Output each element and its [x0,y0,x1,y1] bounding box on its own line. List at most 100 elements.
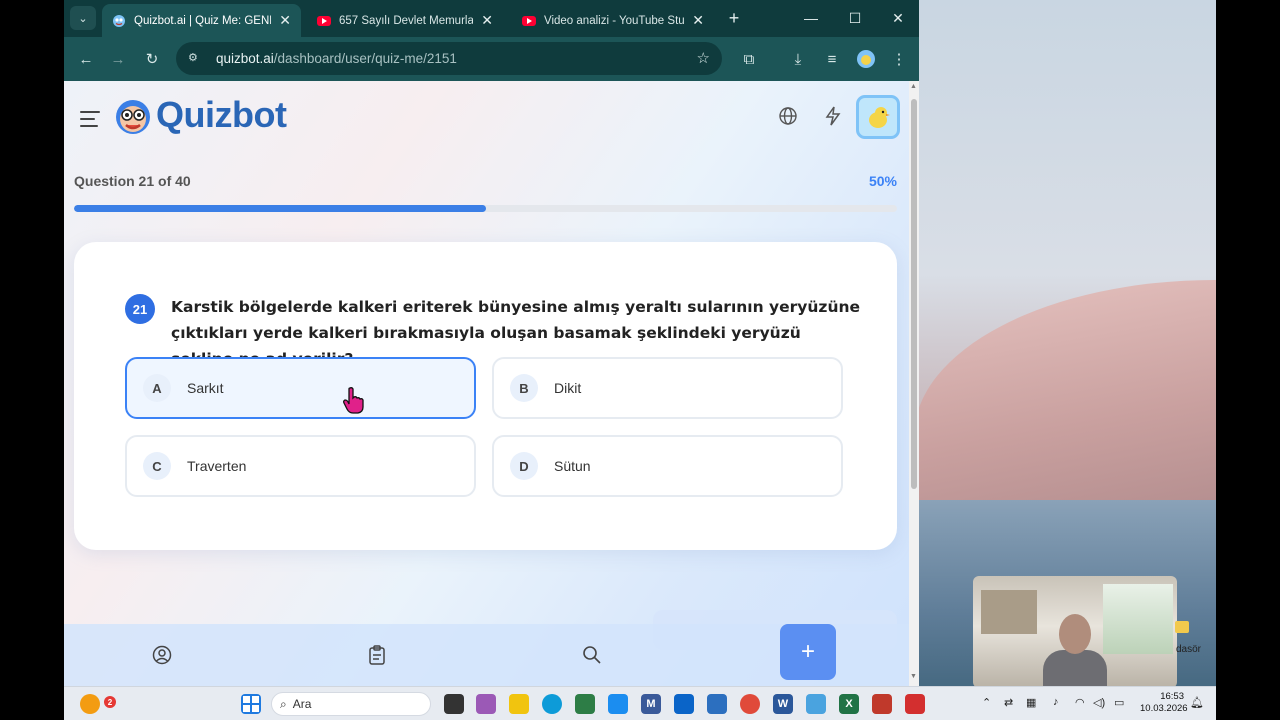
youtube-icon [522,14,536,28]
option-text: Sarkıt [187,380,224,396]
tab-close-icon[interactable]: ✕ [481,12,493,29]
store-icon[interactable] [575,694,595,714]
tray-chevron-icon[interactable]: ⌃ [982,696,991,709]
hand-cursor-icon [343,386,365,414]
taskbar-search-input[interactable]: ⌕ Ara [271,692,431,716]
user-avatar[interactable] [856,95,900,139]
question-card: 21 Karstik bölgelerde kalkeri eriterek b… [74,242,897,550]
media-control-icon[interactable]: ≡ [820,47,844,71]
webcam-window [1103,584,1173,654]
bottom-navigation: + [64,624,909,686]
answer-option-a[interactable]: A Sarkıt [125,357,476,419]
acrobat-icon[interactable] [905,694,925,714]
forward-arrow-icon[interactable]: → [106,47,130,71]
windows-start-icon[interactable] [241,694,261,714]
progress-percent: 50% [868,173,897,189]
app-chart-icon[interactable] [707,694,727,714]
microphone-icon[interactable]: ♪ [1053,696,1059,708]
progress-bar-fill [74,205,486,212]
app-m-icon[interactable]: M [641,694,661,714]
browser-menu-icon[interactable]: ⋮ [887,47,911,71]
desktop-icon-label: dasör [1176,644,1202,655]
reload-icon[interactable]: ↻ [140,47,164,71]
tab-youtube-studio[interactable]: Video analizi - YouTube Studio ✕ [512,4,714,37]
wifi-icon[interactable]: ◠ [1075,696,1085,709]
search-icon[interactable] [580,643,604,667]
tray-app-icon[interactable]: ▦ [1026,696,1036,709]
quiz-page: Quizbot Question 21 of 40 50% 21 Karstik… [64,81,909,686]
clipboard-icon[interactable] [365,643,389,667]
scrollbar-thumb[interactable] [911,99,917,489]
volume-icon[interactable]: ◁) [1093,696,1105,709]
option-text: Sütun [554,458,591,474]
filezilla-icon[interactable] [872,694,892,714]
clock-time: 16:53 [1160,691,1184,702]
address-bar[interactable]: ⚙ quizbot.ai/dashboard/user/quiz-me/2151… [176,42,722,75]
browser-toolbar: ← → ↻ ⚙ quizbot.ai/dashboard/user/quiz-m… [64,37,919,81]
word-icon[interactable]: W [773,694,793,714]
tab-close-icon[interactable]: ✕ [692,12,704,29]
tab-devlet-memurlari[interactable]: 657 Sayılı Devlet Memurları Ka ✕ [307,4,503,37]
menu-icon[interactable] [80,111,100,127]
desktop-folder-icon[interactable] [1175,621,1189,633]
answer-option-b[interactable]: B Dikit [492,357,843,419]
quizbot-logo-icon [114,97,152,137]
webcam-shelf [981,590,1037,634]
answer-option-d[interactable]: D Sütun [492,435,843,497]
lightning-icon[interactable] [822,105,844,127]
search-icon: ⌕ [280,696,287,711]
url-path: /dashboard/user/quiz-me/2151 [273,51,457,66]
taskbar: 2 ⌕ Ara M W X ⌃ ⇄ ▦ ♪ ◠ ◁) ▭ 16:53 10.03… [64,686,1216,720]
letterbox-right [1216,0,1280,720]
scroll-up-icon[interactable]: ▲ [910,83,917,90]
profile-icon[interactable] [150,643,174,667]
globe-icon[interactable] [777,105,799,127]
notepad-icon[interactable] [806,694,826,714]
notification-badge: 2 [104,696,116,708]
download-icon[interactable]: ⤓ [786,47,810,71]
excel-icon[interactable]: X [839,694,859,714]
new-tab-button[interactable]: + [716,6,752,30]
system-clock[interactable]: 16:53 10.03.2026 [1140,691,1188,715]
tab-quizbot[interactable]: Quizbot.ai | Quiz Me: GENEL KÜ ✕ [102,4,301,37]
outlook-icon[interactable] [674,694,694,714]
tab-search-dropdown-icon[interactable]: ⌄ [70,6,96,30]
file-explorer-icon[interactable] [509,694,529,714]
minimize-icon[interactable]: — [793,6,829,30]
task-view-icon[interactable] [444,694,464,714]
address-url: quizbot.ai/dashboard/user/quiz-me/2151 [216,51,457,66]
tab-close-icon[interactable]: ✕ [279,12,291,29]
browser-window: ⌄ Quizbot.ai | Quiz Me: GENEL KÜ ✕ 657 S… [64,0,919,686]
weather-widget-icon[interactable]: 2 [80,694,116,714]
notification-bell-icon[interactable]: 🔔︎ [1190,696,1204,709]
onedrive-icon[interactable] [608,694,628,714]
battery-icon[interactable]: ▭ [1114,696,1124,709]
edge-icon[interactable] [542,694,562,714]
chrome-icon[interactable] [740,694,760,714]
site-settings-icon[interactable]: ⚙ [188,51,204,67]
url-host: quizbot.ai [216,51,274,66]
profile-avatar-icon[interactable] [854,47,878,71]
tab-title: Video analizi - YouTube Studio [544,14,685,27]
webcam-person-body [1043,650,1107,688]
bookmark-star-icon[interactable]: ☆ [697,49,710,67]
add-quiz-button[interactable]: + [780,624,836,680]
option-letter: A [143,374,171,402]
scroll-down-icon[interactable]: ▼ [910,673,917,680]
clock-date: 10.03.2026 [1140,703,1188,714]
quizbot-favicon-icon [112,14,126,28]
tray-sync-icon[interactable]: ⇄ [1004,696,1013,709]
back-arrow-icon[interactable]: ← [74,47,98,71]
option-text: Traverten [187,458,247,474]
copilot-icon[interactable] [476,694,496,714]
window-close-icon[interactable]: ✕ [880,6,916,30]
page-scrollbar[interactable]: ▲ ▼ [909,81,919,686]
extensions-icon[interactable]: ⧉ [737,47,761,71]
answer-option-c[interactable]: C Traverten [125,435,476,497]
maximize-icon[interactable]: ☐ [837,6,873,30]
tab-title: 657 Sayılı Devlet Memurları Ka [339,14,474,27]
tab-strip: ⌄ Quizbot.ai | Quiz Me: GENEL KÜ ✕ 657 S… [64,0,919,37]
progress-bar [74,205,897,212]
quizbot-logo-text[interactable]: Quizbot [156,94,287,136]
option-letter: D [510,452,538,480]
